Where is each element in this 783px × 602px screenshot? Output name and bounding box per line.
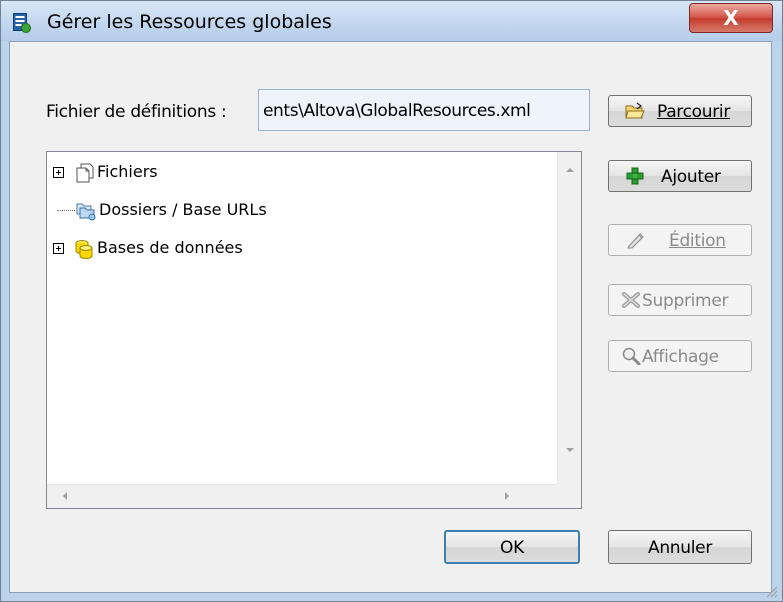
close-button[interactable]: X xyxy=(689,3,773,33)
add-button[interactable]: Ajouter xyxy=(608,160,752,192)
database-icon xyxy=(75,240,93,259)
vertical-scrollbar[interactable] xyxy=(557,152,581,484)
delete-button-label: Supprimer xyxy=(642,291,729,311)
resources-tree[interactable]: Fichiers Dossiers / Base URLs Bases de d… xyxy=(46,151,582,509)
definitions-file-path-value: ents\Altova\GlobalResources.xml xyxy=(263,101,531,121)
delete-cross-icon xyxy=(622,292,640,308)
window-title: Gérer les Ressources globales xyxy=(47,11,332,33)
tree-item-label: Dossiers / Base URLs xyxy=(99,200,267,219)
tree-item-label: Fichiers xyxy=(97,162,158,181)
tree-item-folders[interactable]: Dossiers / Base URLs xyxy=(47,198,547,224)
view-button[interactable]: Affichage xyxy=(608,340,752,372)
tree-item-label: Bases de données xyxy=(97,238,243,257)
horizontal-scrollbar[interactable] xyxy=(47,484,557,508)
resize-grip-icon[interactable] xyxy=(764,584,778,598)
cancel-button[interactable]: Annuler xyxy=(608,530,752,564)
title-bar[interactable]: Gérer les Ressources globales X xyxy=(1,1,782,41)
expand-plus-icon[interactable] xyxy=(53,243,64,254)
magnifier-icon xyxy=(622,347,641,365)
cancel-button-label: Annuler xyxy=(647,538,713,558)
ok-button[interactable]: OK xyxy=(444,530,580,564)
global-resources-app-icon xyxy=(13,13,31,33)
scroll-left-arrow-icon[interactable] xyxy=(63,492,67,500)
edit-button[interactable]: Édition xyxy=(608,224,752,256)
add-button-label: Ajouter xyxy=(661,167,721,187)
delete-button[interactable]: Supprimer xyxy=(608,284,752,316)
scrollbar-corner xyxy=(557,484,581,508)
tree-connector-line xyxy=(57,210,75,211)
definitions-file-label: Fichier de définitions : xyxy=(46,102,227,122)
close-icon: X xyxy=(723,6,739,30)
edit-button-label: Édition xyxy=(669,231,726,251)
files-icon xyxy=(76,163,94,183)
tree-item-databases[interactable]: Bases de données xyxy=(47,236,547,262)
green-plus-icon xyxy=(626,167,644,185)
scroll-up-arrow-icon[interactable] xyxy=(566,168,574,172)
ok-button-label: OK xyxy=(500,538,524,558)
view-button-label: Affichage xyxy=(642,347,719,367)
scroll-down-arrow-icon[interactable] xyxy=(566,448,574,452)
browse-button-label: Parcourir xyxy=(657,102,731,122)
open-folder-icon xyxy=(625,102,645,119)
expand-plus-icon[interactable] xyxy=(53,167,64,178)
folders-icon xyxy=(76,203,96,221)
tree-item-files[interactable]: Fichiers xyxy=(47,160,547,186)
pencil-icon xyxy=(627,233,644,249)
browse-button[interactable]: Parcourir xyxy=(608,95,752,127)
definitions-file-path-field[interactable]: ents\Altova\GlobalResources.xml xyxy=(258,89,590,131)
scroll-right-arrow-icon[interactable] xyxy=(505,492,509,500)
